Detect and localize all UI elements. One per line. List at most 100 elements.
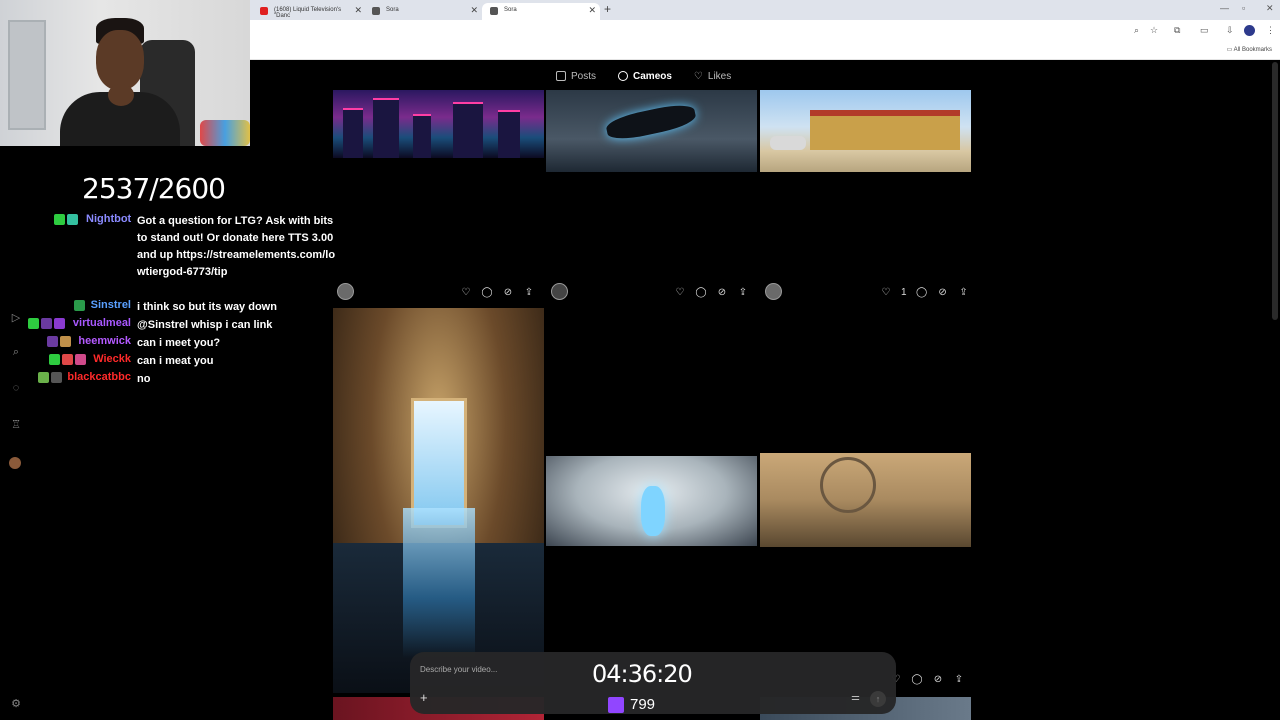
close-tab-icon[interactable]: ✕	[354, 5, 362, 16]
remix-icon[interactable]: ⊘	[716, 286, 728, 298]
browser-tab-strip: (1608) Liquid Television's "Danc ✕ Sora …	[250, 0, 1280, 20]
gift-badge-icon	[54, 318, 65, 329]
chat-message: blackcatbbc no	[0, 370, 340, 388]
sora-icon	[372, 7, 380, 15]
heart-icon[interactable]: ♡	[460, 286, 472, 298]
trophy-icon[interactable]: ♖	[9, 418, 23, 432]
profile-avatar[interactable]	[1244, 25, 1255, 36]
building	[343, 108, 363, 158]
plus-icon[interactable]: +	[420, 690, 428, 705]
chat-username[interactable]: virtualmeal	[66, 317, 131, 329]
creator-avatar[interactable]	[337, 283, 354, 300]
browser-tab-active[interactable]: Sora ✕	[482, 3, 600, 20]
video-thumbnail[interactable]	[333, 308, 544, 693]
heart-icon[interactable]: ♡	[880, 286, 892, 298]
comment-icon[interactable]: ◯	[695, 286, 707, 298]
share-icon[interactable]: ⇪	[953, 673, 965, 685]
youtube-icon	[260, 7, 268, 15]
chat-text: Got a question for LTG? Ask with bits to…	[137, 215, 336, 278]
streamer-hand	[108, 84, 134, 106]
chat-username[interactable]: heemwick	[70, 335, 131, 347]
video-thumbnail[interactable]	[760, 90, 971, 172]
remix-icon[interactable]: ⊘	[937, 286, 949, 298]
all-bookmarks[interactable]: ▭ All Bookmarks	[1227, 46, 1272, 53]
settings-icon[interactable]: ⚙	[9, 697, 23, 711]
chat-text: @Sinstrel whisp i can link	[137, 319, 273, 331]
menu-icon[interactable]: ⋮	[1266, 25, 1275, 36]
bookmark-star-icon[interactable]: ☆	[1150, 25, 1158, 36]
comment-icon[interactable]: ◯	[911, 673, 923, 685]
video-thumbnail[interactable]	[333, 90, 544, 158]
chat-username[interactable]: Nightbot	[86, 213, 131, 225]
chat-username[interactable]: Sinstrel	[86, 299, 131, 311]
video-thumbnail[interactable]	[760, 453, 971, 547]
profile-nav: Posts Cameos ♡ Likes	[556, 66, 731, 86]
browser-tab[interactable]: Sora ✕	[364, 3, 482, 20]
twitch-icon	[608, 696, 624, 713]
post-actions: ♡ 1 ◯ ⊘ ⇪	[880, 284, 970, 300]
tab-posts[interactable]: Posts	[556, 66, 596, 86]
chat-username[interactable]: Wieckk	[86, 353, 131, 365]
minimize-icon[interactable]: —	[1220, 3, 1229, 13]
heart-icon: ♡	[693, 70, 703, 82]
browser-tab[interactable]: (1608) Liquid Television's "Danc ✕	[252, 3, 366, 20]
prompt-input[interactable]: Describe your video...	[420, 665, 497, 674]
building	[373, 98, 399, 158]
post-actions: ♡ ◯ ⊘ ⇪	[460, 284, 535, 300]
portal-reflection	[403, 508, 475, 658]
extensions-icon[interactable]: ⧉	[1174, 25, 1180, 36]
chat-text: i think so but its way down	[137, 301, 277, 313]
building	[498, 110, 520, 158]
share-icon[interactable]: ⇪	[958, 286, 970, 298]
share-icon[interactable]: ⇪	[737, 286, 749, 298]
sora-icon	[490, 7, 498, 15]
background-door	[8, 20, 46, 130]
stream-timer: 04:36:20	[592, 660, 693, 688]
video-thumbnail[interactable]	[546, 456, 757, 546]
building	[413, 114, 431, 158]
download-icon[interactable]: ⇩	[1226, 25, 1234, 36]
car	[770, 136, 806, 150]
tab-likes[interactable]: ♡ Likes	[694, 66, 731, 86]
sub-badge-icon	[62, 354, 73, 365]
maximize-icon[interactable]: ▫	[1242, 3, 1245, 13]
close-window-icon[interactable]: ✕	[1266, 3, 1274, 14]
sub-badge-icon	[41, 318, 52, 329]
restaurant-building	[810, 110, 960, 150]
remix-icon[interactable]: ⊘	[932, 673, 944, 685]
close-tab-icon[interactable]: ✕	[470, 5, 478, 16]
chat-message: virtualmeal @Sinstrel whisp i can link	[0, 316, 340, 334]
mod-badge-icon	[51, 372, 62, 383]
video-thumbnail[interactable]	[546, 90, 757, 172]
tab-cameos[interactable]: Cameos	[618, 66, 672, 86]
zoom-icon[interactable]: ⌕	[1134, 25, 1139, 36]
sub-badge-icon	[38, 372, 49, 383]
goal-counter: 2537/2600	[82, 172, 226, 205]
comment-icon[interactable]: ◯	[481, 286, 493, 298]
new-tab-icon[interactable]: +	[604, 2, 611, 16]
bot-badge-icon	[67, 214, 78, 225]
desk-toys	[200, 120, 250, 146]
streamer-head	[96, 30, 144, 90]
verified-badge-icon	[28, 318, 39, 329]
remix-icon[interactable]: ⊘	[502, 286, 514, 298]
heart-icon[interactable]: ♡	[674, 286, 686, 298]
glowing-figure	[641, 486, 665, 536]
send-icon[interactable]: ↑	[870, 691, 886, 707]
user-avatar[interactable]	[9, 457, 21, 469]
creator-avatar[interactable]	[551, 283, 568, 300]
person-circle-icon	[618, 71, 629, 81]
webcam-feed	[0, 0, 250, 146]
sidepanel-icon[interactable]: ▭	[1200, 25, 1209, 36]
comment-icon[interactable]: ◯	[916, 286, 928, 298]
creator-avatar[interactable]	[765, 283, 782, 300]
chat-message: Sinstrel i think so but its way down	[0, 298, 340, 316]
verified-badge-icon	[54, 214, 65, 225]
scrollbar[interactable]	[1272, 62, 1278, 320]
chat-text: no	[137, 373, 151, 385]
chat-text: can i meat you	[137, 355, 214, 367]
share-icon[interactable]: ⇪	[523, 286, 535, 298]
settings-sliders-icon[interactable]: ⚌	[851, 692, 860, 703]
close-tab-icon[interactable]: ✕	[588, 5, 596, 16]
chat-username[interactable]: blackcatbbc	[66, 371, 131, 383]
